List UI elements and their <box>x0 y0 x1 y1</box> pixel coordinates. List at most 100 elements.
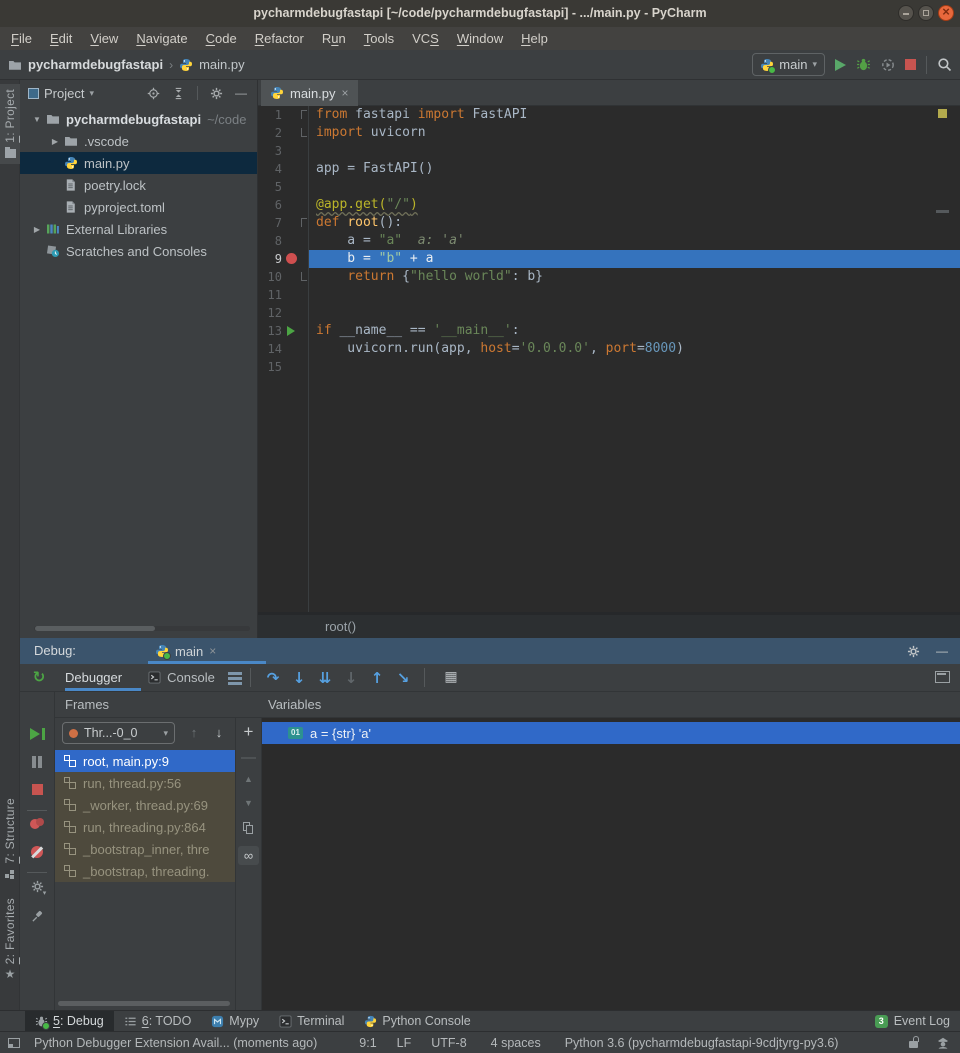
lock-icon[interactable] <box>909 1036 920 1049</box>
line-number[interactable]: 4 <box>258 160 282 178</box>
gear-icon[interactable] <box>210 87 223 100</box>
search-icon[interactable] <box>937 57 952 72</box>
show-watches-icon[interactable]: ∞ <box>238 846 259 865</box>
menu-run[interactable]: Run <box>313 27 355 50</box>
view-breakpoints-icon[interactable] <box>20 818 54 830</box>
hide-panel-icon[interactable]: — <box>936 644 948 658</box>
duplicate-watch-icon[interactable] <box>236 820 261 836</box>
line-number[interactable]: 6 <box>258 196 282 214</box>
file-encoding[interactable]: UTF-8 <box>431 1036 466 1050</box>
frame-row[interactable]: run, threading.py:864 <box>55 816 235 838</box>
tree-item-scratches-and-consoles[interactable]: Scratches and Consoles <box>20 240 257 262</box>
tab-debugger[interactable]: Debugger <box>65 664 122 691</box>
python-interpreter[interactable]: Python 3.6 (pycharmdebugfastapi-9cdjtyrg… <box>565 1036 839 1050</box>
run-gutter-icon[interactable] <box>287 326 295 336</box>
menu-navigate[interactable]: Navigate <box>127 27 196 50</box>
breakpoint-icon[interactable] <box>286 253 297 264</box>
frame-row[interactable]: _worker, thread.py:69 <box>55 794 235 816</box>
warning-stripe-mark[interactable] <box>938 109 947 118</box>
horizontal-scrollbar[interactable] <box>58 1001 230 1006</box>
stripe-button-2-favorites[interactable]: 2: Favorites★ <box>0 898 20 980</box>
mute-breakpoints-icon[interactable] <box>20 846 54 858</box>
fold-marker-icon[interactable] <box>301 272 307 281</box>
line-number[interactable]: 12 <box>258 304 282 322</box>
tree-item-external-libraries[interactable]: ▶External Libraries <box>20 218 257 240</box>
line-number[interactable]: 11 <box>258 286 282 304</box>
layout-menu-icon[interactable] <box>228 672 242 675</box>
menu-view[interactable]: View <box>81 27 127 50</box>
breadcrumb-project[interactable]: pycharmdebugfastapi <box>28 57 163 72</box>
stop-icon[interactable] <box>20 784 54 795</box>
editor-tab-main-py[interactable]: main.py × <box>261 80 358 106</box>
tree-item-pycharmdebugfastapi[interactable]: ▼pycharmdebugfastapi~/code <box>20 108 257 130</box>
menu-help[interactable]: Help <box>512 27 557 50</box>
close-icon[interactable]: × <box>209 644 216 658</box>
expand-arrow-icon[interactable]: ▼ <box>28 115 46 124</box>
line-number[interactable]: 7 <box>258 214 282 232</box>
project-view-select[interactable]: Project <box>44 86 84 101</box>
toolwindow-button-6-todo[interactable]: 6: TODO <box>114 1011 202 1031</box>
force-step-into-icon[interactable]: ⇊ <box>312 669 338 687</box>
line-number[interactable]: 14 <box>258 340 282 358</box>
line-number[interactable]: 10 <box>258 268 282 286</box>
tree-item-main-py[interactable]: main.py <box>20 152 257 174</box>
menu-refactor[interactable]: Refactor <box>246 27 313 50</box>
menu-tools[interactable]: Tools <box>355 27 403 50</box>
frame-row[interactable]: _bootstrap_inner, thre <box>55 838 235 860</box>
step-over-icon[interactable]: ↷ <box>260 669 286 687</box>
close-icon[interactable]: × <box>342 86 349 100</box>
fold-marker-icon[interactable] <box>301 218 307 227</box>
breadcrumb-file[interactable]: main.py <box>199 57 245 72</box>
minimize-button[interactable] <box>898 5 914 21</box>
status-message[interactable]: Python Debugger Extension Avail... (mome… <box>34 1036 317 1050</box>
evaluate-expression-icon[interactable]: ▦ <box>438 664 464 691</box>
next-frame-icon[interactable]: ↓ <box>208 722 230 744</box>
toggle-toolwindows-icon[interactable] <box>8 1038 20 1048</box>
locate-file-icon[interactable] <box>147 87 160 100</box>
inspections-hector-icon[interactable] <box>936 1036 950 1050</box>
line-number[interactable]: 5 <box>258 178 282 196</box>
frame-row[interactable]: _bootstrap, threading. <box>55 860 235 882</box>
tree-item-vscode[interactable]: ▶.vscode <box>20 130 257 152</box>
toolwindow-button-mypy[interactable]: Mypy <box>201 1011 269 1031</box>
toolwindow-button-5-debug[interactable]: 5: Debug <box>25 1011 114 1031</box>
toolwindow-button-terminal[interactable]: Terminal <box>269 1011 354 1031</box>
remove-watch-icon[interactable]: — <box>236 748 261 766</box>
line-number[interactable]: 8 <box>258 232 282 250</box>
expand-arrow-icon[interactable]: ▶ <box>46 137 64 146</box>
menu-code[interactable]: Code <box>197 27 246 50</box>
line-number[interactable]: 3 <box>258 142 282 160</box>
menu-file[interactable]: File <box>2 27 41 50</box>
run-button[interactable] <box>835 59 846 71</box>
menu-edit[interactable]: Edit <box>41 27 81 50</box>
collapse-all-icon[interactable] <box>172 87 185 100</box>
variable-row[interactable]: 01a = {str} 'a' <box>262 722 960 744</box>
expand-arrow-icon[interactable]: ▶ <box>28 225 46 234</box>
event-log-button[interactable]: 3 Event Log <box>875 1011 950 1031</box>
tab-console[interactable]: Console <box>148 664 215 691</box>
maximize-button[interactable] <box>918 5 934 21</box>
indent-style[interactable]: 4 spaces <box>491 1036 541 1050</box>
menu-window[interactable]: Window <box>448 27 512 50</box>
stop-button[interactable] <box>905 59 916 70</box>
run-configuration-select[interactable]: main ▾ <box>752 53 825 76</box>
code-editor[interactable]: 1from fastapi import FastAPI2import uvic… <box>258 106 960 612</box>
tree-item-pyproject-toml[interactable]: pyproject.toml <box>20 196 257 218</box>
menu-vcs[interactable]: VCS <box>403 27 448 50</box>
step-out-icon[interactable]: ↑ <box>364 669 390 687</box>
line-separator[interactable]: LF <box>397 1036 412 1050</box>
caret-position[interactable]: 9:1 <box>359 1036 376 1050</box>
previous-frame-icon[interactable]: ↑ <box>183 722 205 744</box>
move-up-icon[interactable]: ▲ <box>236 772 261 786</box>
pin-icon[interactable] <box>20 910 54 923</box>
tree-item-poetry-lock[interactable]: poetry.lock <box>20 174 257 196</box>
frame-row[interactable]: run, thread.py:56 <box>55 772 235 794</box>
line-number[interactable]: 13 <box>258 322 282 340</box>
toolwindow-button-python-console[interactable]: Python Console <box>354 1011 480 1031</box>
line-number[interactable]: 9 <box>258 250 282 268</box>
run-to-cursor-icon[interactable]: ↘ <box>390 669 416 687</box>
breadcrumb-function[interactable]: root() <box>325 615 356 638</box>
line-number[interactable]: 1 <box>258 106 282 124</box>
fold-marker-icon[interactable] <box>301 110 307 119</box>
line-number[interactable]: 15 <box>258 358 282 376</box>
